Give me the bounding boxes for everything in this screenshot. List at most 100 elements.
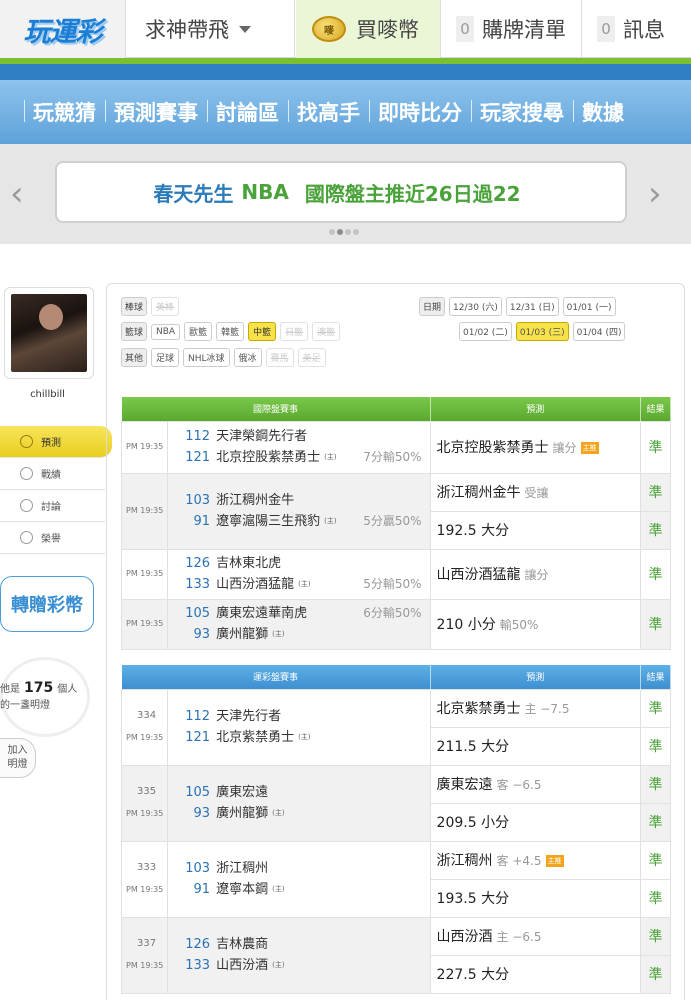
prediction: 210 小分 輸50% [429, 598, 641, 650]
profile-menu: 預測 戰績 討論 榮譽 [0, 426, 112, 554]
prediction: 209.5 小分 [429, 802, 641, 842]
result: 準 [639, 764, 672, 804]
prediction: 193.5 大分 [429, 878, 641, 918]
filter-chip[interactable]: NBA [151, 323, 181, 340]
filter-chip[interactable]: 日籃 [280, 322, 309, 341]
date-row-2: 01/02 (二) 01/03 (三) 01/04 (四) [459, 322, 626, 341]
date-chip-selected[interactable]: 01/03 (三) [515, 322, 569, 341]
matchup: 105 廣東宏遠華南虎 6分輸50% 93 廣州龍獅 (主) [167, 598, 431, 650]
promo-banner: ‹ 春天先生 NBA 國際盤主推近26日過22 › [0, 144, 691, 244]
result: 準 [639, 954, 672, 994]
table-row: 335 PM 19:35 105 廣東宏遠 93 廣州龍獅 (主) 廣東宏遠客 −6.5… [120, 764, 672, 842]
matchup: 103 浙江稠州 91 遼寧本鋼 (主) [167, 840, 431, 918]
carousel-dots [329, 229, 359, 235]
orders-count: 0 [456, 16, 474, 42]
nav-item-predict[interactable]: 預測賽事 [105, 97, 207, 127]
sidebar-item-honor[interactable]: 榮譽 [0, 522, 105, 554]
purchase-list-button[interactable]: 0 購牌清單 [442, 0, 582, 58]
header-stripe [0, 58, 691, 80]
matchup: 112 天津榮鋼先行者 121 北京控股紫禁勇士 (主) 7分輸50% [167, 420, 431, 474]
messages-button[interactable]: 0 訊息 [583, 0, 691, 58]
date-row-1: 日期 12/30 (六) 12/31 (日) 01/01 (一) [419, 297, 616, 316]
filter-chip[interactable]: 澳籃 [312, 322, 341, 341]
result: 準 [639, 472, 672, 512]
filter-chip[interactable]: 俄冰 [233, 348, 262, 367]
follower-count: 他是 175 個人 的一盞明燈 [0, 680, 78, 711]
add-lamp-button[interactable]: 加入 明燈 [0, 738, 36, 778]
avatar-image [11, 294, 87, 372]
date-chip[interactable]: 12/31 (日) [505, 297, 559, 316]
chevron-left-icon[interactable]: ‹ [10, 174, 24, 214]
prediction: 山西汾酒主 −6.5 [429, 916, 641, 956]
intl-table: 國際盤賽事 預測 結果 PM 19:35 112 天津榮鋼先行者 121 北京控股紫… [120, 397, 672, 650]
result: 準 [639, 916, 672, 956]
table-row: PM 19:35 103 浙江稠州金牛 91 遼寧滬陽三生飛豹 (主) 5分贏50% 浙… [120, 472, 672, 550]
filter-chip-selected[interactable]: 中籃 [248, 322, 277, 341]
prediction: 浙江稠州客 +4.5 主推 [429, 840, 641, 880]
table-row: PM 19:35 126 吉林東北虎 133 山西汾酒猛龍 (主) 5分輸50% 山西汾… [120, 548, 672, 600]
filter-chip[interactable]: NHL冰球 [183, 348, 230, 367]
nav-item-live-score[interactable]: 即時比分 [369, 97, 471, 127]
filter-row-basketball: 籃球 NBA 歐籃 韓籃 中籃 日籃 澳籃 [121, 322, 341, 341]
avatar[interactable] [4, 287, 94, 379]
edit-icon [20, 499, 33, 512]
lottery-table: 運彩盤賽事 預測 結果 334 PM 19:35 112 天津先行者 121 北京紫禁… [120, 665, 672, 994]
record-icon [20, 467, 33, 480]
chevron-right-icon[interactable]: › [648, 174, 662, 214]
result: 準 [639, 802, 672, 842]
filter-chip[interactable]: 韓籃 [216, 322, 245, 341]
filter-chip[interactable]: 美棒 [151, 297, 180, 316]
carousel-dot[interactable] [353, 229, 359, 235]
table-row: 333 PM 19:35 103 浙江稠州 91 遼寧本鋼 (主) 浙江稠州客 +4.5… [120, 840, 672, 918]
top-bar: 玩運彩 求神帶飛 嘜 買嘜幣 0 購牌清單 0 訊息 [0, 0, 691, 58]
prediction: 192.5 大分 [429, 510, 641, 550]
filter-chip[interactable]: 美足 [297, 348, 326, 367]
matchup: 126 吉林東北虎 133 山西汾酒猛龍 (主) 5分輸50% [167, 548, 431, 600]
nav-item-experts[interactable]: 找高手 [288, 97, 369, 127]
table-row: 337 PM 19:35 126 吉林農商 133 山西汾酒 (主) 山西汾酒主 −6.… [120, 916, 672, 994]
prediction: 廣東宏遠客 −6.5 [429, 764, 641, 804]
carousel-dot[interactable] [345, 229, 351, 235]
banner-card[interactable]: 春天先生 NBA 國際盤主推近26日過22 [55, 161, 627, 223]
experts-menu[interactable]: 求神帶飛 [127, 0, 295, 58]
nav-item-guess[interactable]: 玩競猜 [24, 97, 105, 127]
username[interactable]: chillbill [0, 389, 95, 400]
carousel-dot[interactable] [329, 229, 335, 235]
nav-item-forum[interactable]: 討論區 [207, 97, 288, 127]
result: 準 [639, 598, 672, 650]
prediction: 山西汾酒猛龍 讓分 [429, 548, 641, 600]
nav-item-player-search[interactable]: 玩家搜尋 [471, 97, 573, 127]
matchup: 126 吉林農商 133 山西汾酒 (主) [167, 916, 431, 994]
filter-chip[interactable]: 賽馬 [265, 348, 294, 367]
carousel-dot-active[interactable] [337, 229, 343, 235]
date-chip[interactable]: 01/02 (二) [459, 322, 512, 341]
matchup: 105 廣東宏遠 93 廣州龍獅 (主) [167, 764, 431, 842]
sidebar-item-discussion[interactable]: 討論 [0, 490, 105, 522]
date-chip[interactable]: 01/04 (四) [572, 322, 626, 341]
sidebar-item-predict[interactable]: 預測 [0, 426, 112, 458]
chevron-down-icon [239, 25, 251, 33]
sidebar-item-record[interactable]: 戰績 [0, 458, 105, 490]
date-chip[interactable]: 01/01 (一) [562, 297, 616, 316]
site-logo[interactable]: 玩運彩 [0, 0, 126, 58]
table-header: 運彩盤賽事 預測 結果 [121, 665, 672, 689]
result: 準 [639, 510, 672, 550]
matchup: 103 浙江稠州金牛 91 遼寧滬陽三生飛豹 (主) 5分贏50% [167, 472, 431, 550]
date-chip[interactable]: 12/30 (六) [449, 297, 502, 316]
prediction: 北京紫禁勇士主 −7.5 [429, 688, 641, 728]
filter-row-other: 其他 足球 NHL冰球 俄冰 賽馬 美足 [121, 348, 326, 367]
filter-row-baseball: 棒球 美棒 [121, 297, 180, 316]
matchup: 112 天津先行者 121 北京紫禁勇士 (主) [167, 688, 431, 766]
table-row: PM 19:35 112 天津榮鋼先行者 121 北京控股紫禁勇士 (主) 7分輸50%… [120, 420, 672, 474]
prediction: 227.5 大分 [429, 954, 641, 994]
gift-coins-button[interactable]: 轉贈彩幣 [0, 576, 94, 632]
nav-item-data[interactable]: 數據 [573, 97, 633, 127]
filter-chip[interactable]: 足球 [151, 348, 180, 367]
medal-icon [20, 531, 33, 544]
filter-chip[interactable]: 歐籃 [184, 322, 213, 341]
buy-coins-button[interactable]: 嘜 買嘜幣 [296, 0, 441, 58]
prediction: 浙江稠州金牛 受讓 [429, 472, 641, 512]
result: 準 [639, 726, 672, 766]
target-icon [20, 435, 33, 448]
prediction: 211.5 大分 [429, 726, 641, 766]
